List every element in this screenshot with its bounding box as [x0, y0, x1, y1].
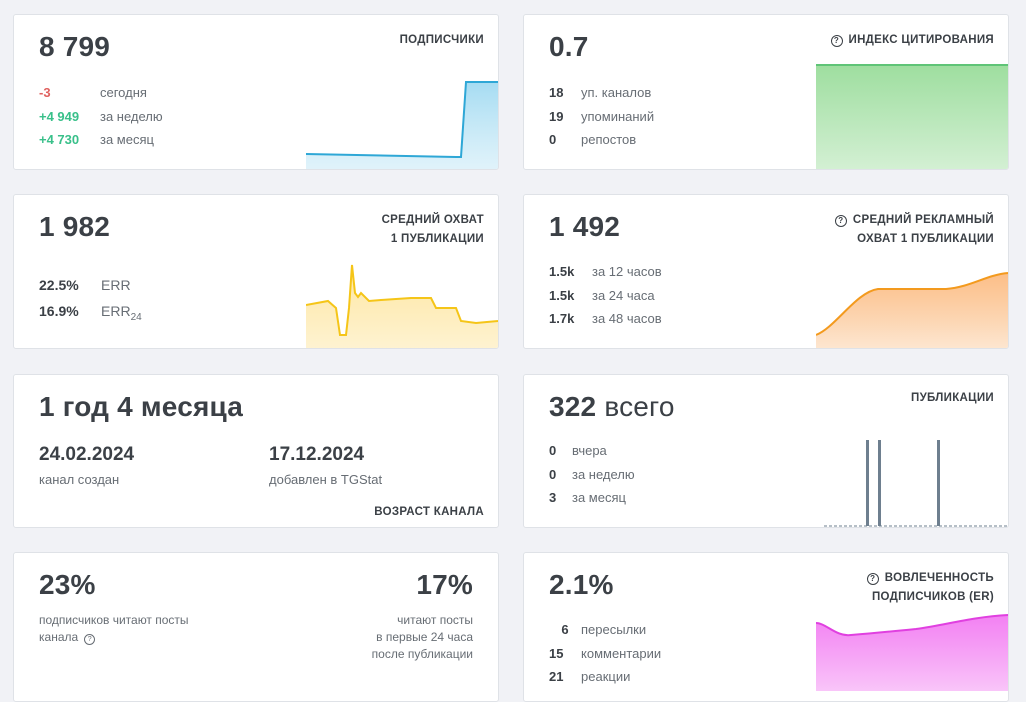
posts-yesterday: 0 вчера [549, 443, 607, 458]
subscribers-month: +4 730 за месяц [39, 132, 154, 147]
posts-bar [878, 440, 881, 526]
info-icon[interactable]: ? [830, 35, 843, 47]
added-date: 17.12.2024 [269, 444, 365, 465]
ad-reach-sparkline [816, 272, 1008, 348]
ad-reach-12h: 1.5k за 12 часов [549, 264, 662, 279]
engagement-reactions: 21 реакции [549, 669, 631, 684]
created-label: канал создан [39, 472, 120, 487]
publications-total: 322 всего [549, 391, 675, 422]
ad-reach-title: ? СРЕДНИЙ РЕКЛАМНЫЙ ОХВАТ 1 ПУБЛИКАЦИИ [834, 211, 994, 249]
reach-sparkline [306, 264, 498, 348]
engagement-forwards: 6 пересылки [561, 622, 647, 637]
posts-week: 0 за неделю [549, 467, 635, 482]
reach-err24: 16.9% ERR24 [39, 303, 142, 323]
info-icon[interactable]: ? [866, 573, 879, 585]
channel-age-card[interactable]: 1 год 4 месяца 24.02.2024 канал создан 1… [13, 374, 499, 528]
subscribers-today: -3 сегодня [39, 85, 147, 100]
reach-err: 22.5% ERR [39, 277, 131, 293]
added-label: добавлен в TGStat [269, 472, 383, 487]
citation-card[interactable]: 0.7 ? ИНДЕКС ЦИТИРОВАНИЯ 18 уп. каналов 19… [523, 14, 1009, 170]
subscribers-sparkline [306, 81, 498, 169]
citation-sparkline [816, 64, 1008, 169]
citation-channels: 18 уп. каналов [549, 85, 652, 100]
reach-title: СРЕДНИЙ ОХВАТ 1 ПУБЛИКАЦИИ [381, 214, 484, 245]
reach-card[interactable]: 1 982 СРЕДНИЙ ОХВАТ 1 ПУБЛИКАЦИИ 22.5% ER… [13, 194, 499, 349]
reach-value: 1 982 [39, 211, 111, 242]
citation-reposts: 0 репостов [549, 132, 637, 147]
ad-reach-48h: 1.7k за 48 часов [549, 311, 662, 326]
posts-bar [866, 440, 869, 526]
engagement-card[interactable]: 2.1% ? ВОВЛЕЧЕННОСТЬ ПОДПИСЧИКОВ (ER) 6 пе… [523, 552, 1009, 702]
channel-age-title: ВОЗРАСТ КАНАЛА [374, 506, 484, 518]
subscribers-title: ПОДПИСЧИКИ [399, 34, 484, 46]
info-icon[interactable]: ? [834, 215, 847, 227]
help-icon[interactable]: ? [84, 634, 96, 645]
posts-bar [937, 440, 940, 526]
readers-card[interactable]: 23% подписчиков читают посты канала? 17%… [13, 552, 499, 702]
publications-bar-chart [824, 440, 1008, 527]
readers-label: подписчиков читают посты канала? [39, 613, 189, 645]
ad-reach-value: 1 492 [549, 211, 621, 242]
posts-month: 3 за месяц [549, 490, 626, 505]
readers-percent: 23% [39, 569, 96, 600]
subscribers-card[interactable]: 8 799 ПОДПИСЧИКИ -3 сегодня +4 949 за неде… [13, 14, 499, 170]
subscribers-week: +4 949 за неделю [39, 109, 163, 124]
publications-card[interactable]: 322 всего ПУБЛИКАЦИИ 0 вчера 0 за неделю 3… [523, 374, 1009, 528]
engagement-value: 2.1% [549, 569, 614, 600]
ad-reach-card[interactable]: 1 492 ? СРЕДНИЙ РЕКЛАМНЫЙ ОХВАТ 1 ПУБЛИКА… [523, 194, 1009, 349]
citation-title: ? ИНДЕКС ЦИТИРОВАНИЯ [830, 31, 995, 50]
channel-age-value: 1 год 4 месяца [39, 391, 244, 422]
engagement-title: ? ВОВЛЕЧЕННОСТЬ ПОДПИСЧИКОВ (ER) [866, 569, 994, 607]
readers-24h-label: читают посты в первые 24 часа после публ… [371, 613, 473, 661]
ad-reach-24h: 1.5k за 24 часа [549, 288, 655, 303]
created-date: 24.02.2024 [39, 444, 135, 465]
citation-index-value: 0.7 [549, 31, 589, 62]
engagement-sparkline [816, 614, 1008, 691]
engagement-comments: 15 комментарии [549, 646, 662, 661]
readers-24h-percent: 17% [416, 569, 473, 600]
publications-title: ПУБЛИКАЦИИ [911, 392, 994, 404]
citation-mentions: 19 упоминаний [549, 109, 655, 124]
subscribers-count: 8 799 [39, 31, 111, 62]
